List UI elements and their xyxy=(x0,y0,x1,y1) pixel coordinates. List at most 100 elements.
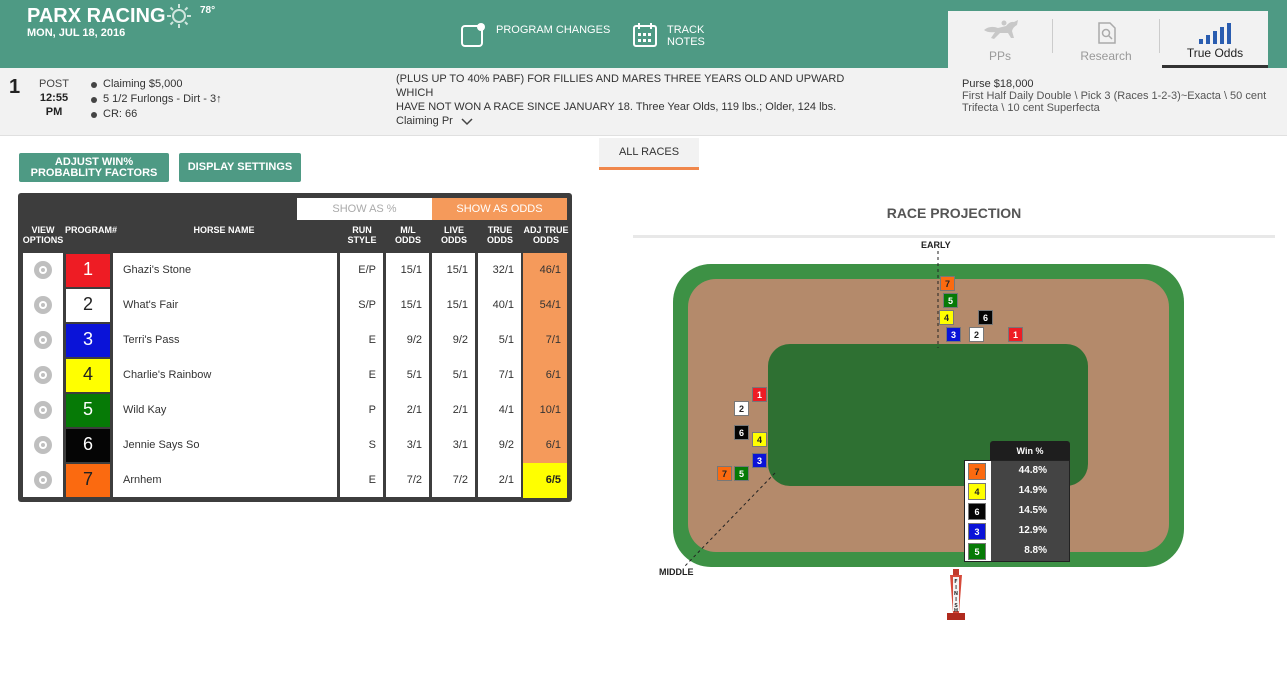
live-odds-cell: 5/1 xyxy=(452,369,468,381)
win-pct-program: 3 xyxy=(968,523,986,540)
col-view-options: VIEW OPTIONS xyxy=(22,225,64,245)
eye-icon[interactable] xyxy=(34,471,52,489)
horse-marker: 5 xyxy=(734,466,749,481)
view-tabs: PPs Research True Odds xyxy=(948,11,1268,68)
live-odds-cell: 15/1 xyxy=(446,264,468,276)
adj-true-odds-cell: 7/1 xyxy=(545,334,561,346)
horse-marker: 4 xyxy=(939,310,954,325)
horse-marker: 2 xyxy=(969,327,984,342)
col-live-odds: LIVE ODDS xyxy=(440,225,467,245)
horse-marker: 3 xyxy=(946,327,961,342)
table-row[interactable]: 5 Wild Kay P 2/1 2/1 4/1 10/1 xyxy=(18,393,572,428)
claiming-price: Claiming $5,000 xyxy=(91,77,222,92)
true-odds-cell: 32/1 xyxy=(492,264,514,276)
tab-true-odds[interactable]: True Odds xyxy=(1162,11,1268,68)
live-odds-cell: 9/2 xyxy=(452,334,468,346)
win-pct-program: 5 xyxy=(968,543,986,560)
horse-name: Wild Kay xyxy=(123,404,167,416)
ml-odds-cell: 3/1 xyxy=(406,439,422,451)
show-as-percent-toggle[interactable]: SHOW AS % xyxy=(297,198,432,220)
horse-marker: 3 xyxy=(752,453,767,468)
eye-icon[interactable] xyxy=(34,331,52,349)
svg-text:H: H xyxy=(954,608,958,614)
table-row[interactable]: 4 Charlie's Rainbow E 5/1 5/1 7/1 6/1 xyxy=(18,358,572,393)
adj-true-odds-cell: 10/1 xyxy=(539,404,561,416)
eye-icon[interactable] xyxy=(34,296,52,314)
win-pct-program: 4 xyxy=(968,483,986,500)
tab-divider xyxy=(1159,19,1160,53)
adjust-win-probability-button[interactable]: ADJUST WIN% PROBABLITY FACTORS xyxy=(19,153,169,182)
col-ml-odds: M/L ODDS xyxy=(394,225,421,245)
wagers-line: Trifecta \ 10 cent Superfecta xyxy=(962,102,1100,114)
win-pct-program: 7 xyxy=(968,463,986,480)
win-pct-table: 7 44.8% 4 14.9% 6 14.5% 3 12.9% 5 8.8% xyxy=(964,460,1070,562)
table-row[interactable]: 2 What's Fair S/P 15/1 15/1 40/1 54/1 xyxy=(18,288,572,323)
description-line: Claiming Pr xyxy=(396,115,453,127)
live-odds-cell: 7/2 xyxy=(452,474,468,486)
race-conditions: Claiming $5,000 5 1/2 Furlongs - Dirt - … xyxy=(91,77,222,122)
eye-icon[interactable] xyxy=(34,436,52,454)
ml-odds-cell: 15/1 xyxy=(400,299,422,311)
wagers-line: First Half Daily Double \ Pick 3 (Races … xyxy=(962,90,1267,102)
table-row[interactable]: 6 Jennie Says So S 3/1 3/1 9/2 6/1 xyxy=(18,428,572,463)
adj-true-odds-cell: 6/1 xyxy=(545,439,561,451)
horse-name: Jennie Says So xyxy=(123,439,200,451)
live-odds-cell: 2/1 xyxy=(452,404,468,416)
run-style-cell: E xyxy=(368,334,376,346)
run-style-cell: E xyxy=(368,474,376,486)
win-pct-program: 6 xyxy=(968,503,986,520)
document-icon xyxy=(1098,22,1116,44)
program-number: 6 xyxy=(66,429,110,462)
horse-icon xyxy=(984,20,1018,39)
true-odds-cell: 7/1 xyxy=(498,369,514,381)
tab-all-races[interactable]: ALL RACES xyxy=(599,138,699,170)
col-run-style: RUN STYLE xyxy=(347,225,377,245)
true-odds-cell: 5/1 xyxy=(498,334,514,346)
live-odds-cell: 3/1 xyxy=(452,439,468,451)
eye-icon[interactable] xyxy=(34,261,52,279)
win-pct-value: 14.5% xyxy=(1018,505,1047,516)
run-style-cell: P xyxy=(368,404,376,416)
track-notes-label-2: NOTES xyxy=(667,36,705,48)
distance-surface: 5 1/2 Furlongs - Dirt - 3↑ xyxy=(91,92,222,107)
post-label: POST xyxy=(39,78,69,90)
program-number: 4 xyxy=(66,359,110,392)
horse-marker: 6 xyxy=(978,310,993,325)
eye-icon[interactable] xyxy=(34,401,52,419)
col-adj-true-odds: ADJ TRUE ODDS xyxy=(523,225,569,245)
program-number: 5 xyxy=(66,394,110,427)
display-settings-button[interactable]: DISPLAY SETTINGS xyxy=(179,153,301,182)
tab-pps[interactable]: PPs xyxy=(948,11,1052,68)
table-row[interactable]: 3 Terri's Pass E 9/2 9/2 5/1 7/1 xyxy=(18,323,572,358)
horse-marker: 1 xyxy=(1008,327,1023,342)
horse-marker: 6 xyxy=(734,425,749,440)
ml-odds-cell: 2/1 xyxy=(406,404,422,416)
program-number: 2 xyxy=(66,289,110,322)
description-expand[interactable]: Claiming Pr xyxy=(396,114,876,128)
eye-icon[interactable] xyxy=(34,366,52,384)
projection-divider xyxy=(633,235,1275,238)
true-odds-cell: 40/1 xyxy=(492,299,514,311)
col-true-odds: TRUE ODDS xyxy=(486,225,513,245)
program-number: 3 xyxy=(66,324,110,357)
adj-true-odds-cell: 46/1 xyxy=(539,264,561,276)
table-row[interactable]: 7 Arnhem E 7/2 7/2 2/1 6/5 xyxy=(18,463,572,498)
chevron-down-icon xyxy=(461,118,473,126)
tab-research[interactable]: Research xyxy=(1053,11,1159,68)
win-pct-value: 14.9% xyxy=(1018,485,1047,496)
true-odds-cell: 9/2 xyxy=(498,439,514,451)
run-style-cell: E xyxy=(368,369,376,381)
race-number: 1 xyxy=(9,76,21,98)
program-number: 7 xyxy=(66,464,110,497)
table-row[interactable]: 1 Ghazi's Stone E/P 15/1 15/1 32/1 46/1 xyxy=(18,253,572,288)
horse-marker: 4 xyxy=(752,432,767,447)
race-description: (PLUS UP TO 40% PABF) FOR FILLIES AND MA… xyxy=(396,72,876,128)
post-time: 12:55 xyxy=(39,92,69,104)
early-label: EARLY xyxy=(921,240,951,250)
race-date: MON, JUL 18, 2016 xyxy=(27,27,126,39)
tab-research-label: Research xyxy=(1080,49,1132,63)
purse: Purse $18,000 xyxy=(962,78,1034,90)
show-as-odds-toggle[interactable]: SHOW AS ODDS xyxy=(432,198,567,220)
horse-name: Arnhem xyxy=(123,474,162,486)
ml-odds-cell: 15/1 xyxy=(400,264,422,276)
